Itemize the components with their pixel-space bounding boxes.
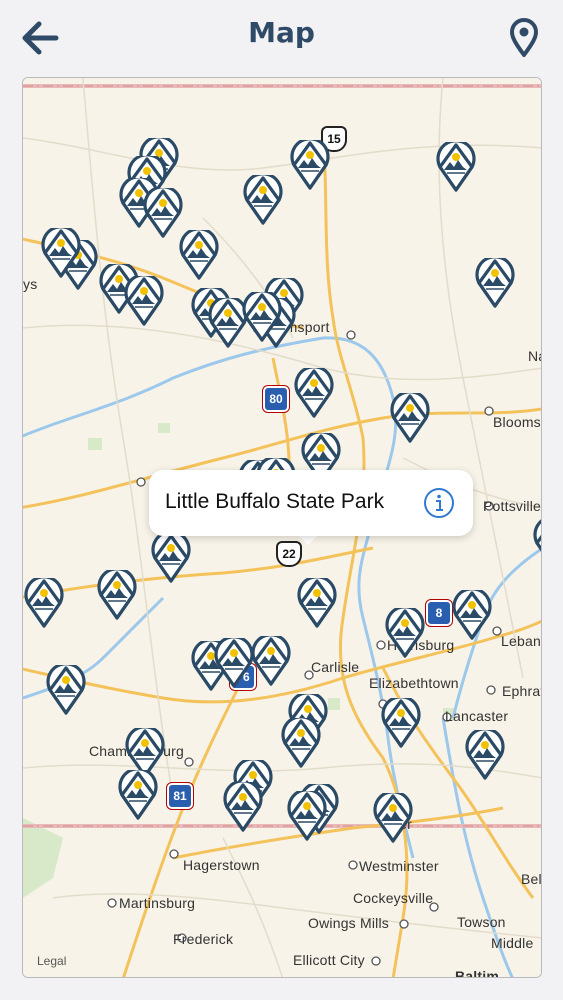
- mountain-park-icon: [475, 258, 515, 308]
- park-marker[interactable]: [213, 638, 255, 688]
- mountain-park-icon: [287, 791, 327, 841]
- mountain-park-icon: [533, 519, 541, 552]
- mountain-park-icon: [214, 638, 254, 688]
- park-marker[interactable]: [96, 570, 138, 620]
- mountain-park-icon: [381, 698, 421, 748]
- mountain-park-icon: [281, 718, 321, 768]
- mountain-park-icon: [124, 276, 164, 326]
- park-marker[interactable]: [296, 578, 338, 628]
- map-label-carlisle: Carlisle: [311, 659, 360, 675]
- map-label-elizabethtown: Elizabethtown: [369, 675, 459, 691]
- mountain-park-icon: [24, 578, 64, 628]
- mountain-park-icon: [290, 140, 330, 190]
- park-marker[interactable]: [532, 518, 541, 568]
- callout-title: Little Buffalo State Park: [165, 490, 385, 513]
- mountain-park-icon: [251, 636, 291, 686]
- map-label-ephrata: Ephrat: [502, 683, 542, 699]
- current-location-button[interactable]: [506, 18, 542, 58]
- park-marker[interactable]: [150, 533, 192, 583]
- park-callout[interactable]: Little Buffalo State Park: [149, 470, 473, 536]
- mountain-park-icon: [46, 665, 86, 715]
- mountain-park-icon: [452, 590, 492, 640]
- route-shield-8x: 8: [425, 599, 453, 627]
- park-marker[interactable]: [280, 718, 322, 768]
- park-marker[interactable]: [384, 608, 426, 658]
- route-shield-80: 80: [262, 385, 290, 413]
- map-label-pottsville: Pottsville: [483, 498, 542, 514]
- park-marker[interactable]: [250, 636, 292, 686]
- map-label-lancaster: Lancaster: [445, 708, 509, 724]
- mountain-park-icon: [179, 230, 219, 280]
- top-bar: Map: [0, 0, 563, 76]
- park-marker[interactable]: [389, 393, 431, 443]
- park-marker[interactable]: [23, 578, 65, 628]
- park-marker[interactable]: [117, 770, 159, 820]
- mountain-park-icon: [118, 770, 158, 820]
- park-marker[interactable]: [474, 258, 516, 308]
- route-shield-81: 81: [166, 782, 194, 810]
- map-label-cockeysville: Cockeysville: [353, 890, 434, 906]
- map-label-baltimore: Baltim: [455, 968, 499, 978]
- park-marker[interactable]: [40, 228, 82, 278]
- park-marker[interactable]: [222, 782, 264, 832]
- info-button[interactable]: [423, 487, 455, 519]
- map-label-frederick: Frederick: [173, 931, 234, 947]
- mountain-park-icon: [385, 608, 425, 658]
- park-marker[interactable]: [372, 793, 414, 843]
- park-marker[interactable]: [380, 698, 422, 748]
- mountain-park-icon: [223, 782, 263, 832]
- map-label-ellicott-city: Ellicott City: [293, 952, 365, 968]
- info-circle-icon: [424, 488, 454, 518]
- legal-link[interactable]: Legal: [37, 954, 66, 968]
- mountain-park-icon: [242, 292, 282, 342]
- mountain-park-icon: [436, 142, 476, 192]
- park-marker[interactable]: [123, 276, 165, 326]
- mountain-park-icon: [97, 570, 137, 620]
- page-title: Map: [248, 16, 315, 49]
- park-marker[interactable]: [45, 665, 87, 715]
- park-marker[interactable]: [451, 590, 493, 640]
- mountain-park-icon: [465, 730, 505, 780]
- park-marker[interactable]: [293, 368, 335, 418]
- park-marker[interactable]: [178, 230, 220, 280]
- mountain-park-icon: [390, 393, 430, 443]
- map-label-middle: Middle: [491, 935, 534, 951]
- map-label-towson: Towson: [457, 914, 506, 930]
- map-label-westminster: Westminster: [359, 858, 439, 874]
- park-marker[interactable]: [286, 791, 328, 841]
- mountain-park-icon: [294, 368, 334, 418]
- map-label-hagerstown: Hagerstown: [183, 857, 260, 873]
- mountain-park-icon: [243, 175, 283, 225]
- map-label-nat: Na: [528, 348, 541, 364]
- map-pin-icon: [510, 18, 538, 57]
- mountain-park-icon: [41, 228, 81, 278]
- map-label-bel: Bel: [521, 871, 542, 887]
- map-label-ys: ys: [23, 276, 38, 292]
- map-label-blooms: Blooms: [493, 414, 541, 430]
- map-label-martinsburg: Martinsburg: [119, 895, 196, 911]
- park-marker[interactable]: [241, 292, 283, 342]
- mountain-park-icon: [373, 793, 413, 843]
- map-label-lebanon: Leban: [501, 633, 541, 649]
- mountain-park-icon: [297, 578, 337, 628]
- map-label-owings-mills: Owings Mills: [308, 915, 389, 931]
- park-marker[interactable]: [242, 175, 284, 225]
- park-marker[interactable]: [435, 142, 477, 192]
- park-marker[interactable]: [289, 140, 331, 190]
- park-marker[interactable]: [464, 730, 506, 780]
- mountain-park-icon: [151, 533, 191, 583]
